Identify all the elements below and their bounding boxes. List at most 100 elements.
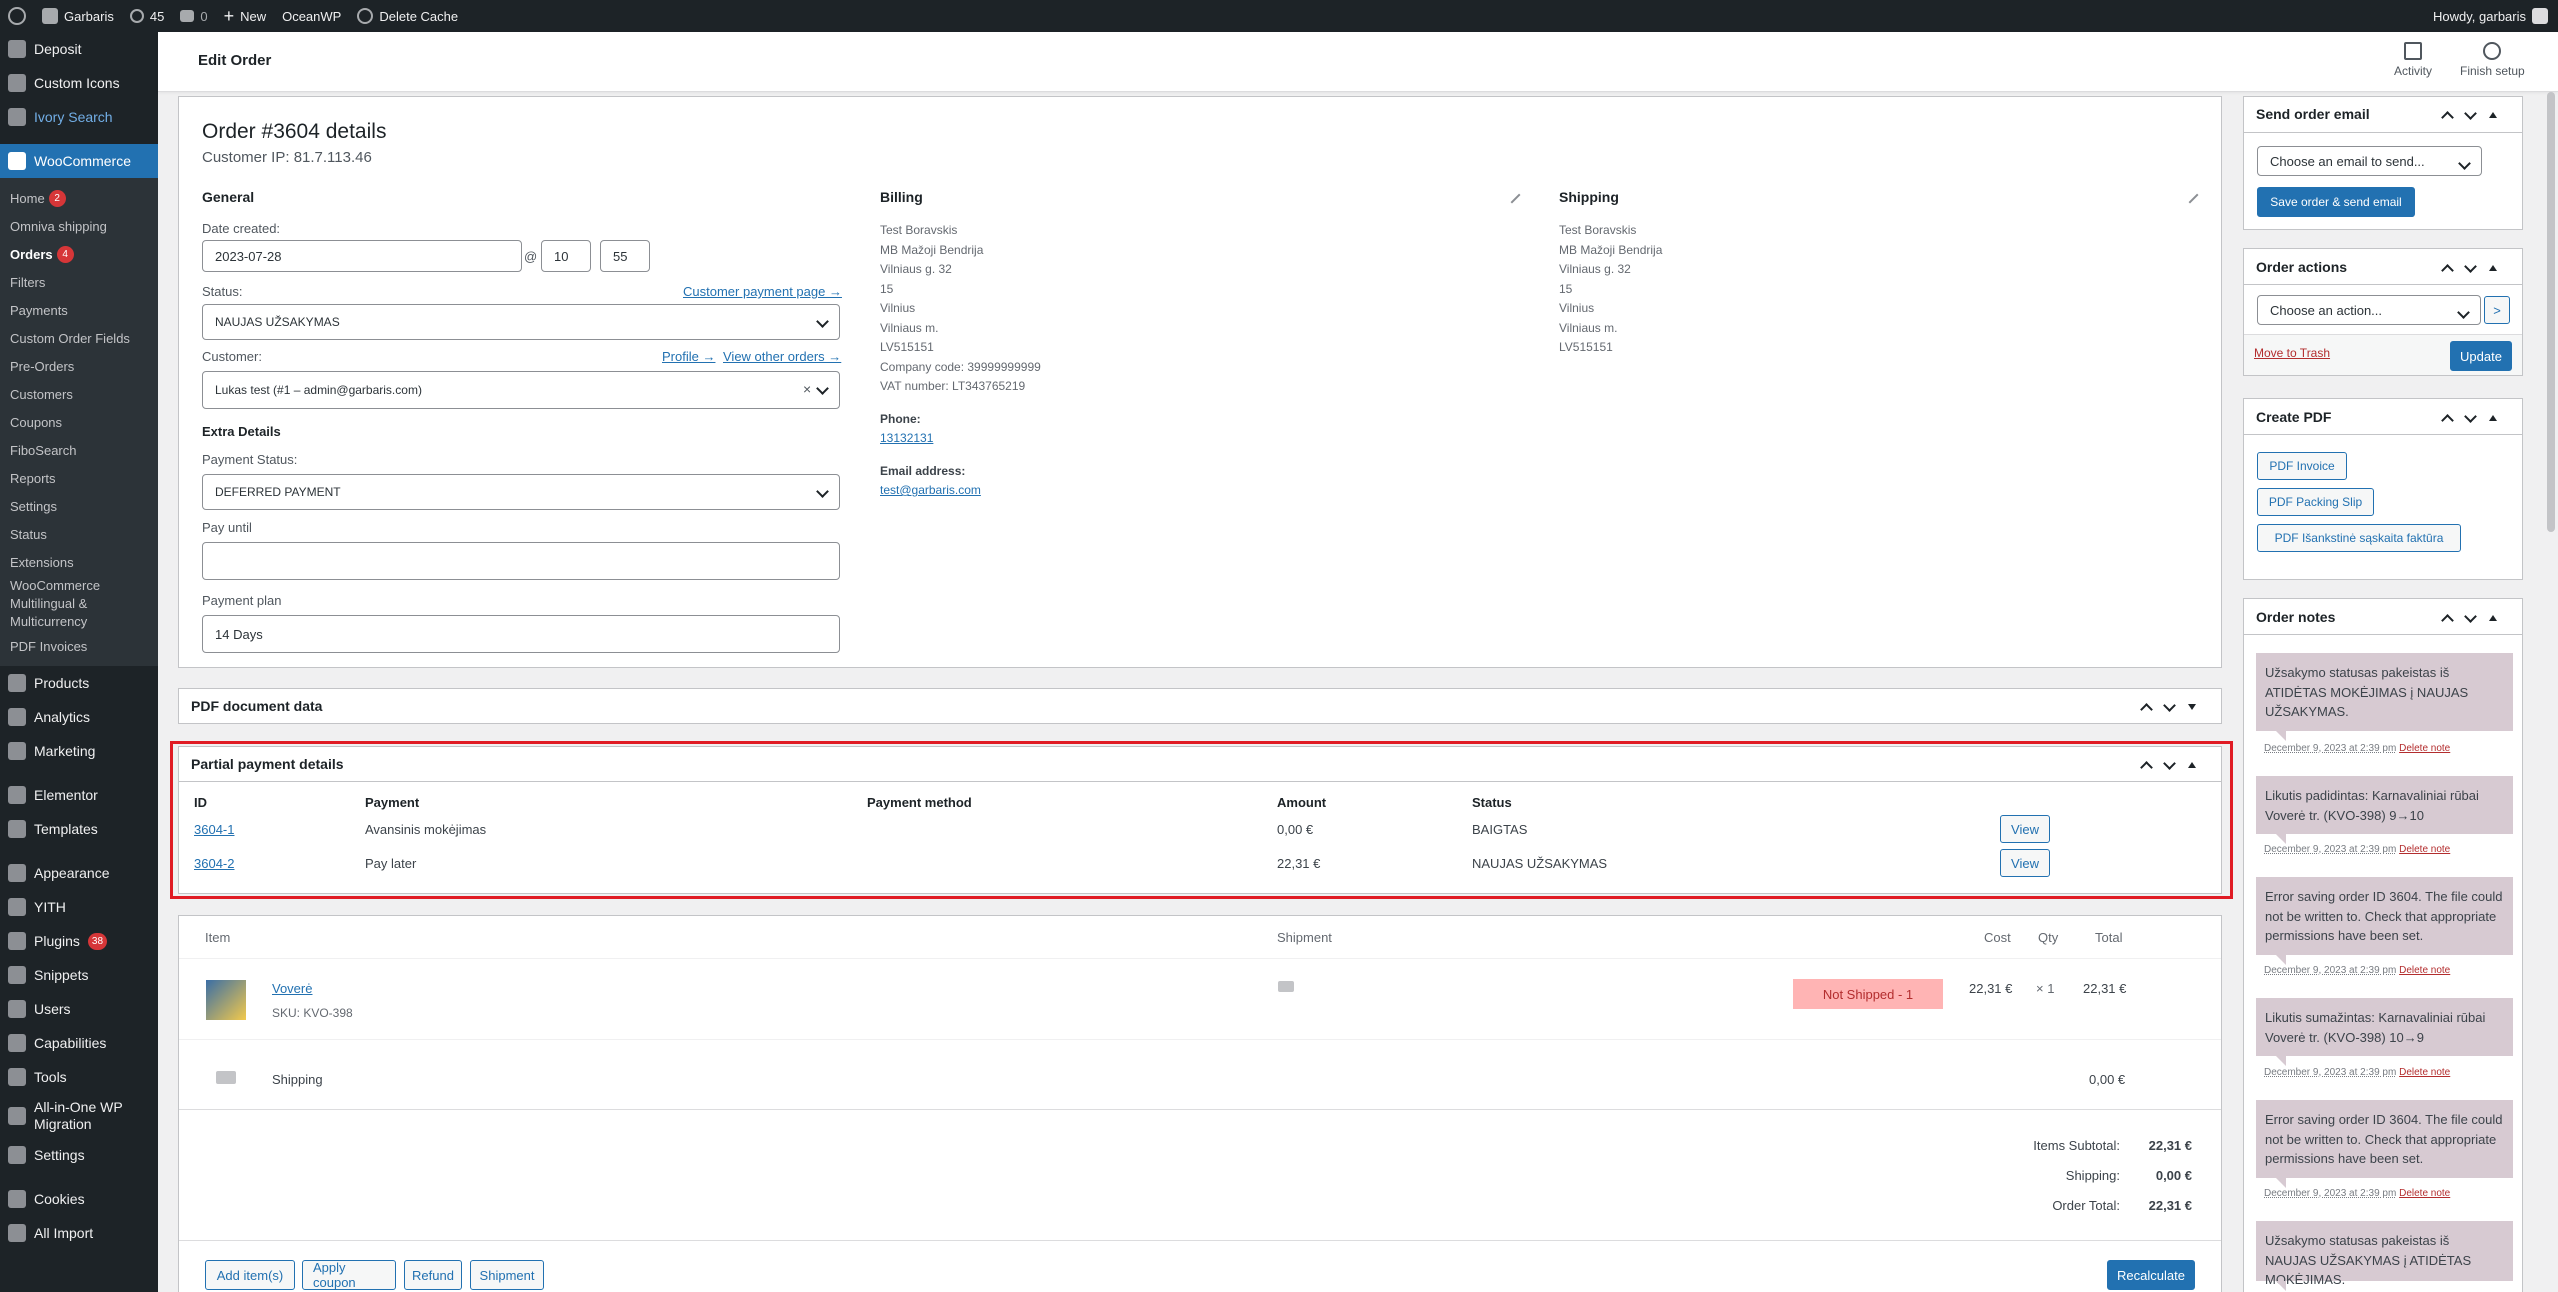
- email-template-select[interactable]: Choose an email to send...: [2257, 146, 2482, 176]
- add-items-button[interactable]: Add item(s): [205, 1260, 295, 1290]
- send-email-controls[interactable]: [2441, 106, 2497, 124]
- menu-settings[interactable]: Settings: [0, 1138, 158, 1172]
- wordpress-logo[interactable]: [0, 0, 34, 32]
- date-created-input[interactable]: 2023-07-28: [202, 240, 522, 272]
- page-scrollbar[interactable]: [2547, 92, 2555, 532]
- submenu-filters[interactable]: Filters: [0, 268, 158, 296]
- menu-tools[interactable]: Tools: [0, 1060, 158, 1094]
- menu-yith[interactable]: YITH: [0, 890, 158, 924]
- submenu-pre-orders[interactable]: Pre-Orders: [0, 352, 158, 380]
- move-to-trash-link[interactable]: Move to Trash: [2254, 346, 2330, 360]
- menu-products[interactable]: Products: [0, 666, 158, 700]
- submenu-pdf-invoices[interactable]: PDF Invoices: [0, 632, 158, 660]
- delete-note-link[interactable]: Delete note: [2399, 743, 2450, 754]
- submenu-coupons[interactable]: Coupons: [0, 408, 158, 436]
- oceanwp-link[interactable]: OceanWP: [274, 0, 349, 32]
- updates-link[interactable]: 45: [122, 0, 172, 32]
- order-action-select[interactable]: Choose an action...: [2257, 295, 2481, 325]
- col-item: Item: [205, 930, 231, 945]
- menu-ivory-search[interactable]: Ivory Search: [0, 100, 158, 134]
- menu-appearance[interactable]: Appearance: [0, 856, 158, 890]
- submenu-orders[interactable]: Orders 4: [0, 240, 158, 268]
- order-actions-controls[interactable]: [2441, 259, 2497, 277]
- menu-analytics[interactable]: Analytics: [0, 700, 158, 734]
- gear-icon: [8, 40, 26, 58]
- pdf-proforma-button[interactable]: PDF Išankstinė sąskaita faktūra: [2257, 524, 2461, 552]
- status-select[interactable]: NAUJAS UŽSAKYMAS: [202, 304, 840, 340]
- item-total: 22,31 €: [2083, 981, 2127, 996]
- order-notes-title: Order notes: [2256, 609, 2336, 625]
- pdf-document-data-box[interactable]: [178, 688, 2222, 724]
- menu-plugins[interactable]: Plugins 38: [0, 924, 158, 958]
- submenu-status[interactable]: Status: [0, 520, 158, 548]
- submenu-home[interactable]: Home 2: [0, 184, 158, 212]
- woocommerce-icon: [8, 152, 26, 170]
- product-sku: SKU: KVO-398: [272, 1006, 353, 1020]
- menu-deposit[interactable]: Deposit: [0, 32, 158, 66]
- refund-button[interactable]: Refund: [404, 1260, 462, 1290]
- menu-templates[interactable]: Templates: [0, 812, 158, 846]
- submenu-reports[interactable]: Reports: [0, 464, 158, 492]
- activity-button[interactable]: Activity: [2394, 42, 2432, 78]
- items-subtotal-value: 22,31 €: [2148, 1138, 2192, 1153]
- delete-cache-link[interactable]: Delete Cache: [349, 0, 466, 32]
- menu-all-import[interactable]: All Import: [0, 1216, 158, 1250]
- profile-link[interactable]: Profile →: [662, 349, 715, 364]
- delete-note-link[interactable]: Delete note: [2399, 844, 2450, 855]
- view-other-orders-link[interactable]: View other orders →: [723, 349, 841, 364]
- pay-until-input[interactable]: [202, 542, 840, 580]
- finish-setup-button[interactable]: Finish setup: [2460, 42, 2525, 78]
- payment-plan-input[interactable]: 14 Days: [202, 615, 840, 653]
- create-pdf-controls[interactable]: [2441, 409, 2497, 427]
- minute-input[interactable]: 55: [600, 240, 650, 272]
- apply-action-button[interactable]: >: [2484, 296, 2510, 324]
- account-menu[interactable]: Howdy, garbaris: [2425, 0, 2558, 32]
- submenu-payments[interactable]: Payments: [0, 296, 158, 324]
- phone-link[interactable]: 13132131: [880, 431, 933, 445]
- product-thumbnail[interactable]: [206, 980, 246, 1020]
- clear-customer-icon[interactable]: ×: [803, 381, 811, 397]
- product-name-link[interactable]: Voverė: [272, 981, 312, 996]
- brush-icon: [8, 864, 26, 882]
- site-name-link[interactable]: Garbaris: [34, 0, 122, 32]
- menu-marketing[interactable]: Marketing: [0, 734, 158, 768]
- order-notes-controls[interactable]: [2441, 609, 2497, 627]
- pdf-box-controls[interactable]: [2140, 698, 2196, 716]
- submenu-fibosearch[interactable]: FiboSearch: [0, 436, 158, 464]
- submenu-customers[interactable]: Customers: [0, 380, 158, 408]
- delete-note-link[interactable]: Delete note: [2399, 965, 2450, 976]
- new-content-link[interactable]: + New: [216, 0, 275, 32]
- save-and-send-email-button[interactable]: Save order & send email: [2257, 187, 2415, 217]
- submenu-settings[interactable]: Settings: [0, 492, 158, 520]
- menu-users[interactable]: Users: [0, 992, 158, 1026]
- order-note: Likutis sumažintas: Karnavaliniai rūbai …: [2256, 998, 2513, 1066]
- menu-cookies[interactable]: Cookies: [0, 1182, 158, 1216]
- email-link[interactable]: test@garbaris.com: [880, 483, 981, 497]
- menu-woocommerce[interactable]: WooCommerce: [0, 144, 158, 178]
- email-label: Email address:: [880, 464, 966, 478]
- customer-payment-page-link[interactable]: Customer payment page →: [683, 284, 842, 299]
- delete-note-link[interactable]: Delete note: [2399, 1067, 2450, 1078]
- payment-status-select[interactable]: DEFERRED PAYMENT: [202, 474, 840, 510]
- menu-custom-icons[interactable]: Custom Icons: [0, 66, 158, 100]
- delete-note-link[interactable]: Delete note: [2399, 1188, 2450, 1199]
- users-icon: [8, 1000, 26, 1018]
- submenu-wc-multilingual[interactable]: WooCommerce Multilingual & Multicurrency: [0, 576, 158, 632]
- menu-capabilities[interactable]: Capabilities: [0, 1026, 158, 1060]
- apply-coupon-button[interactable]: Apply coupon: [302, 1260, 396, 1290]
- shipment-button[interactable]: Shipment: [470, 1260, 544, 1290]
- customer-select[interactable]: Lukas test (#1 – admin@garbaris.com): [202, 371, 840, 409]
- hour-input[interactable]: 10: [541, 240, 591, 272]
- pdf-invoice-button[interactable]: PDF Invoice: [2257, 452, 2347, 480]
- menu-elementor[interactable]: Elementor: [0, 778, 158, 812]
- submenu-custom-order-fields[interactable]: Custom Order Fields: [0, 324, 158, 352]
- submenu-omniva-shipping[interactable]: Omniva shipping: [0, 212, 158, 240]
- menu-all-in-one-migration[interactable]: All-in-One WP Migration: [0, 1094, 158, 1138]
- comments-link[interactable]: 0: [172, 0, 215, 32]
- highlight-frame: [170, 741, 2233, 899]
- update-button[interactable]: Update: [2450, 341, 2512, 371]
- recalculate-button[interactable]: Recalculate: [2107, 1260, 2195, 1290]
- submenu-extensions[interactable]: Extensions: [0, 548, 158, 576]
- menu-snippets[interactable]: Snippets: [0, 958, 158, 992]
- pdf-packing-slip-button[interactable]: PDF Packing Slip: [2257, 488, 2374, 516]
